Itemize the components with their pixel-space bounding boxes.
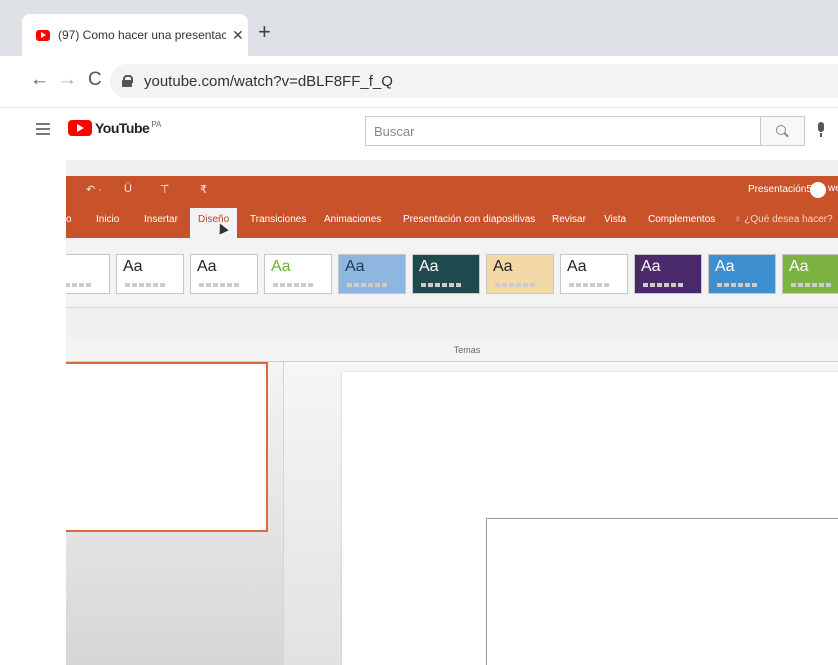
- themes-gallery: Aa Aa Aa Aa Aa Aa Aa Aa Aa Aa: [66, 238, 838, 308]
- country-code: PA: [151, 120, 162, 129]
- tab-vista: Vista: [604, 214, 627, 225]
- tab-inicio: Inicio: [96, 214, 120, 225]
- search-button[interactable]: [761, 116, 805, 146]
- tab-title: (97) Como hacer una presentació: [58, 28, 226, 42]
- search-input[interactable]: Buscar: [365, 116, 761, 146]
- redo-icon: Ü: [124, 183, 132, 195]
- youtube-logo[interactable]: YouTube PA: [68, 120, 161, 136]
- video-player[interactable]: ↶ · Ü ⊤̇ ₹ Presentación5 we o Inicio Ins…: [66, 160, 838, 665]
- theme-color-bar: [421, 283, 461, 287]
- menu-icon[interactable]: [36, 123, 50, 135]
- theme-label: Aa: [345, 258, 365, 275]
- undo-button: ↶ ·: [86, 184, 102, 196]
- theme-color-bar: [643, 283, 683, 287]
- theme-label: Aa: [641, 258, 661, 275]
- theme-thumbnail: Aa: [560, 254, 628, 294]
- forward-button[interactable]: →: [58, 70, 77, 90]
- tab-animaciones: Animaciones: [324, 214, 382, 225]
- theme-label: Aa: [123, 258, 143, 275]
- youtube-favicon-icon: [36, 29, 50, 41]
- tab-presentacion: Presentación con diapositivas: [403, 214, 536, 225]
- theme-label: Aa: [197, 258, 217, 275]
- theme-label: Aa: [493, 258, 513, 275]
- theme-label: Aa: [715, 258, 735, 275]
- tab-revisar: Revisar: [552, 214, 586, 225]
- screen: (97) Como hacer una presentació ✕ + ← → …: [0, 0, 838, 665]
- youtube-logo-text: YouTube: [95, 120, 150, 136]
- address-bar[interactable]: youtube.com/watch?v=dBLF8FF_f_Q: [110, 64, 838, 98]
- theme-color-bar: [199, 283, 239, 287]
- theme-thumbnail: Aa: [412, 254, 480, 294]
- theme-thumbnail: Aa: [708, 254, 776, 294]
- ribbon-tabs: o Inicio Insertar Diseño Transiciones An…: [66, 204, 838, 238]
- theme-color-bar: [495, 283, 535, 287]
- theme-thumbnail: Aa: [634, 254, 702, 294]
- customize-toolbar-icon: ₹: [200, 184, 207, 196]
- url-text: youtube.com/watch?v=dBLF8FF_f_Q: [144, 72, 393, 90]
- lock-icon: [122, 75, 133, 87]
- slide-editor: [284, 362, 838, 665]
- user-name: we: [828, 183, 838, 194]
- theme-color-bar: [569, 283, 609, 287]
- title-placeholder: [486, 518, 838, 665]
- theme-thumbnail: Aa: [116, 254, 184, 294]
- theme-color-bar: [717, 283, 757, 287]
- theme-color-bar: [347, 283, 387, 287]
- theme-label: Aa: [567, 258, 587, 275]
- tab-archivo: o: [66, 214, 72, 225]
- browser-tabstrip: (97) Como hacer una presentació ✕ +: [0, 0, 838, 56]
- reload-button[interactable]: C: [88, 70, 102, 90]
- theme-thumbnail: Aa: [190, 254, 258, 294]
- youtube-play-icon: [68, 120, 92, 136]
- powerpoint-title-bar: ↶ · Ü ⊤̇ ₹ Presentación5 we: [66, 176, 838, 204]
- tab-diseno: Diseño: [190, 208, 238, 238]
- back-button[interactable]: ←: [30, 70, 49, 90]
- tab-insertar: Insertar: [144, 214, 178, 225]
- theme-color-bar: [791, 283, 831, 287]
- theme-color-bar: [125, 283, 165, 287]
- slide-thumbnail-pane: [66, 362, 284, 665]
- theme-color-bar: [66, 283, 91, 287]
- youtube-header: YouTube PA Buscar: [0, 108, 838, 158]
- slide-thumbnail: [66, 362, 268, 532]
- search-icon: [776, 125, 786, 135]
- theme-thumbnail: Aa: [264, 254, 332, 294]
- start-presentation-icon: ⊤̇: [160, 184, 170, 196]
- microphone-icon[interactable]: [818, 122, 824, 137]
- tab-transiciones: Transiciones: [250, 214, 307, 225]
- theme-label: Aa: [271, 258, 291, 275]
- browser-tab[interactable]: (97) Como hacer una presentació ✕: [22, 14, 248, 56]
- new-tab-button[interactable]: +: [258, 21, 271, 43]
- browser-toolbar: ← → C youtube.com/watch?v=dBLF8FF_f_Q: [0, 56, 838, 108]
- theme-thumbnail: Aa: [338, 254, 406, 294]
- slide-canvas: [342, 372, 838, 665]
- presentation-title: Presentación5: [748, 184, 812, 195]
- close-tab-icon[interactable]: ✕: [232, 27, 244, 44]
- tab-complementos: Complementos: [648, 214, 716, 225]
- theme-thumbnail: Aa: [486, 254, 554, 294]
- user-avatar: [810, 182, 826, 198]
- theme-color-bar: [273, 283, 313, 287]
- theme-thumbnail: Aa: [782, 254, 838, 294]
- theme-label: Aa: [419, 258, 439, 275]
- tell-me-box: ♀ ¿Qué desea hacer?: [734, 214, 833, 225]
- themes-group-label: Temas: [66, 338, 838, 362]
- theme-thumbnail: [66, 254, 110, 294]
- theme-label: Aa: [789, 258, 809, 275]
